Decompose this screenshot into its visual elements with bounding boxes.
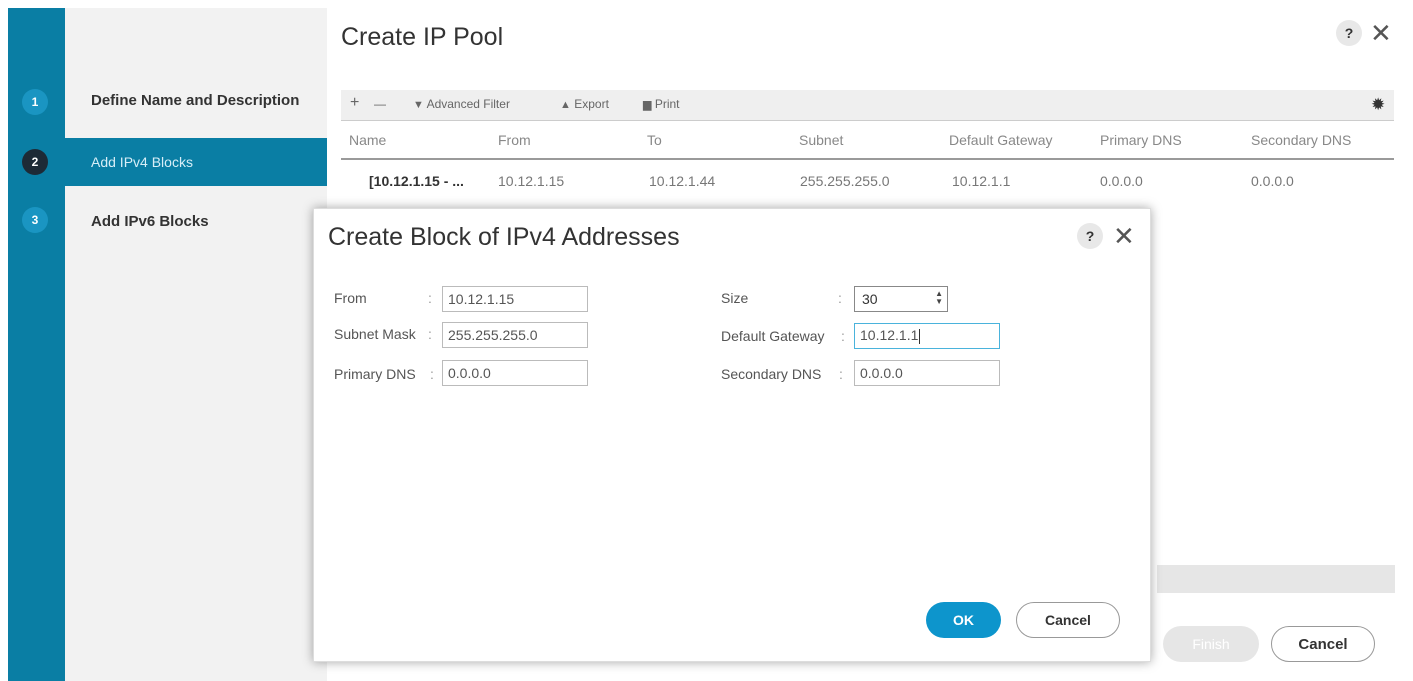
table-toolbar: + — ▼ Advanced Filter ▲ Export ▆ Print ✹ [341, 90, 1394, 121]
primary-dns-field[interactable] [442, 360, 588, 386]
cell-primary-dns: 0.0.0.0 [1100, 173, 1143, 189]
secondary-dns-field[interactable] [854, 360, 1000, 386]
export-icon: ▲ [560, 99, 571, 111]
column-header-to[interactable]: To [647, 132, 662, 148]
export-button[interactable]: ▲ Export [560, 97, 609, 111]
default-gateway-field[interactable]: 10.12.1.1 [854, 323, 1000, 349]
gear-icon[interactable]: ✹ [1371, 95, 1385, 115]
from-label: From [334, 290, 367, 306]
default-gateway-value: 10.12.1.1 [860, 327, 919, 343]
dialog-close-icon[interactable]: ✕ [1113, 223, 1135, 249]
secondary-dns-colon: : [839, 366, 843, 382]
export-label: Export [574, 97, 609, 111]
subnet-mask-colon: : [428, 326, 432, 342]
column-header-primary-dns[interactable]: Primary DNS [1100, 132, 1182, 148]
column-header-from[interactable]: From [498, 132, 531, 148]
step-number-3: 3 [22, 207, 48, 233]
from-field[interactable] [442, 286, 588, 312]
print-label: Print [654, 97, 680, 111]
app-window: 1 2 3 Define Name and Description Add IP… [0, 0, 1413, 681]
text-cursor [919, 328, 921, 344]
step-number-2: 2 [22, 149, 48, 175]
advanced-filter-button[interactable]: ▼ Advanced Filter [413, 97, 510, 111]
size-label: Size [721, 290, 749, 306]
add-icon[interactable]: + [350, 94, 359, 112]
filter-icon: ▼ [413, 99, 424, 111]
size-colon: : [838, 290, 842, 306]
size-stepper[interactable]: 30 ▲ ▼ [854, 286, 948, 312]
advanced-filter-label: Advanced Filter [426, 97, 510, 111]
dialog-title: Create Block of IPv4 Addresses [328, 223, 680, 251]
ok-button[interactable]: OK [926, 602, 1001, 638]
step-add-ipv4-blocks[interactable]: Add IPv4 Blocks [65, 138, 327, 186]
finish-button[interactable]: Finish [1163, 626, 1259, 662]
stepper-arrows-icon[interactable]: ▲ ▼ [935, 290, 943, 306]
cell-to: 10.12.1.44 [649, 173, 716, 189]
cell-subnet: 255.255.255.0 [800, 173, 890, 189]
cell-name: [10.12.1.15 - ... [369, 173, 464, 189]
secondary-dns-label: Secondary DNS [721, 366, 822, 382]
from-colon: : [428, 290, 432, 306]
print-icon: ▆ [643, 99, 652, 111]
column-header-subnet[interactable]: Subnet [799, 132, 843, 148]
steps-panel: Define Name and Description Add IPv4 Blo… [65, 8, 327, 681]
primary-dns-colon: : [430, 366, 434, 382]
cell-default-gateway: 10.12.1.1 [952, 173, 1011, 189]
help-icon[interactable]: ? [1336, 20, 1362, 46]
page-title: Create IP Pool [341, 23, 504, 51]
column-header-default-gateway[interactable]: Default Gateway [949, 132, 1053, 148]
cancel-button[interactable]: Cancel [1016, 602, 1120, 638]
subnet-mask-field[interactable] [442, 322, 588, 348]
subnet-mask-label: Subnet Mask [334, 326, 416, 342]
close-icon[interactable]: ✕ [1370, 20, 1392, 46]
table-row[interactable]: [10.12.1.15 - ... 10.12.1.15 10.12.1.44 … [341, 163, 1394, 197]
wizard-cancel-button[interactable]: Cancel [1271, 626, 1375, 662]
create-ipv4-block-dialog: Create Block of IPv4 Addresses ? ✕ From … [313, 208, 1151, 662]
size-value: 30 [862, 291, 878, 307]
dialog-help-icon[interactable]: ? [1077, 223, 1103, 249]
default-gateway-label: Default Gateway [721, 328, 825, 344]
step-define-name[interactable]: Define Name and Description [65, 76, 327, 124]
step-number-1: 1 [22, 89, 48, 115]
cell-secondary-dns: 0.0.0.0 [1251, 173, 1294, 189]
cell-from: 10.12.1.15 [498, 173, 565, 189]
default-gateway-colon: : [841, 328, 845, 344]
column-header-secondary-dns[interactable]: Secondary DNS [1251, 132, 1351, 148]
primary-dns-label: Primary DNS [334, 366, 416, 382]
step-add-ipv6-blocks[interactable]: Add IPv6 Blocks [65, 197, 327, 245]
table-header: Name From To Subnet Default Gateway Prim… [341, 122, 1394, 160]
remove-icon[interactable]: — [374, 97, 386, 111]
column-header-name[interactable]: Name [349, 132, 386, 148]
pagination-bar [1157, 565, 1395, 593]
print-button[interactable]: ▆ Print [643, 97, 680, 111]
